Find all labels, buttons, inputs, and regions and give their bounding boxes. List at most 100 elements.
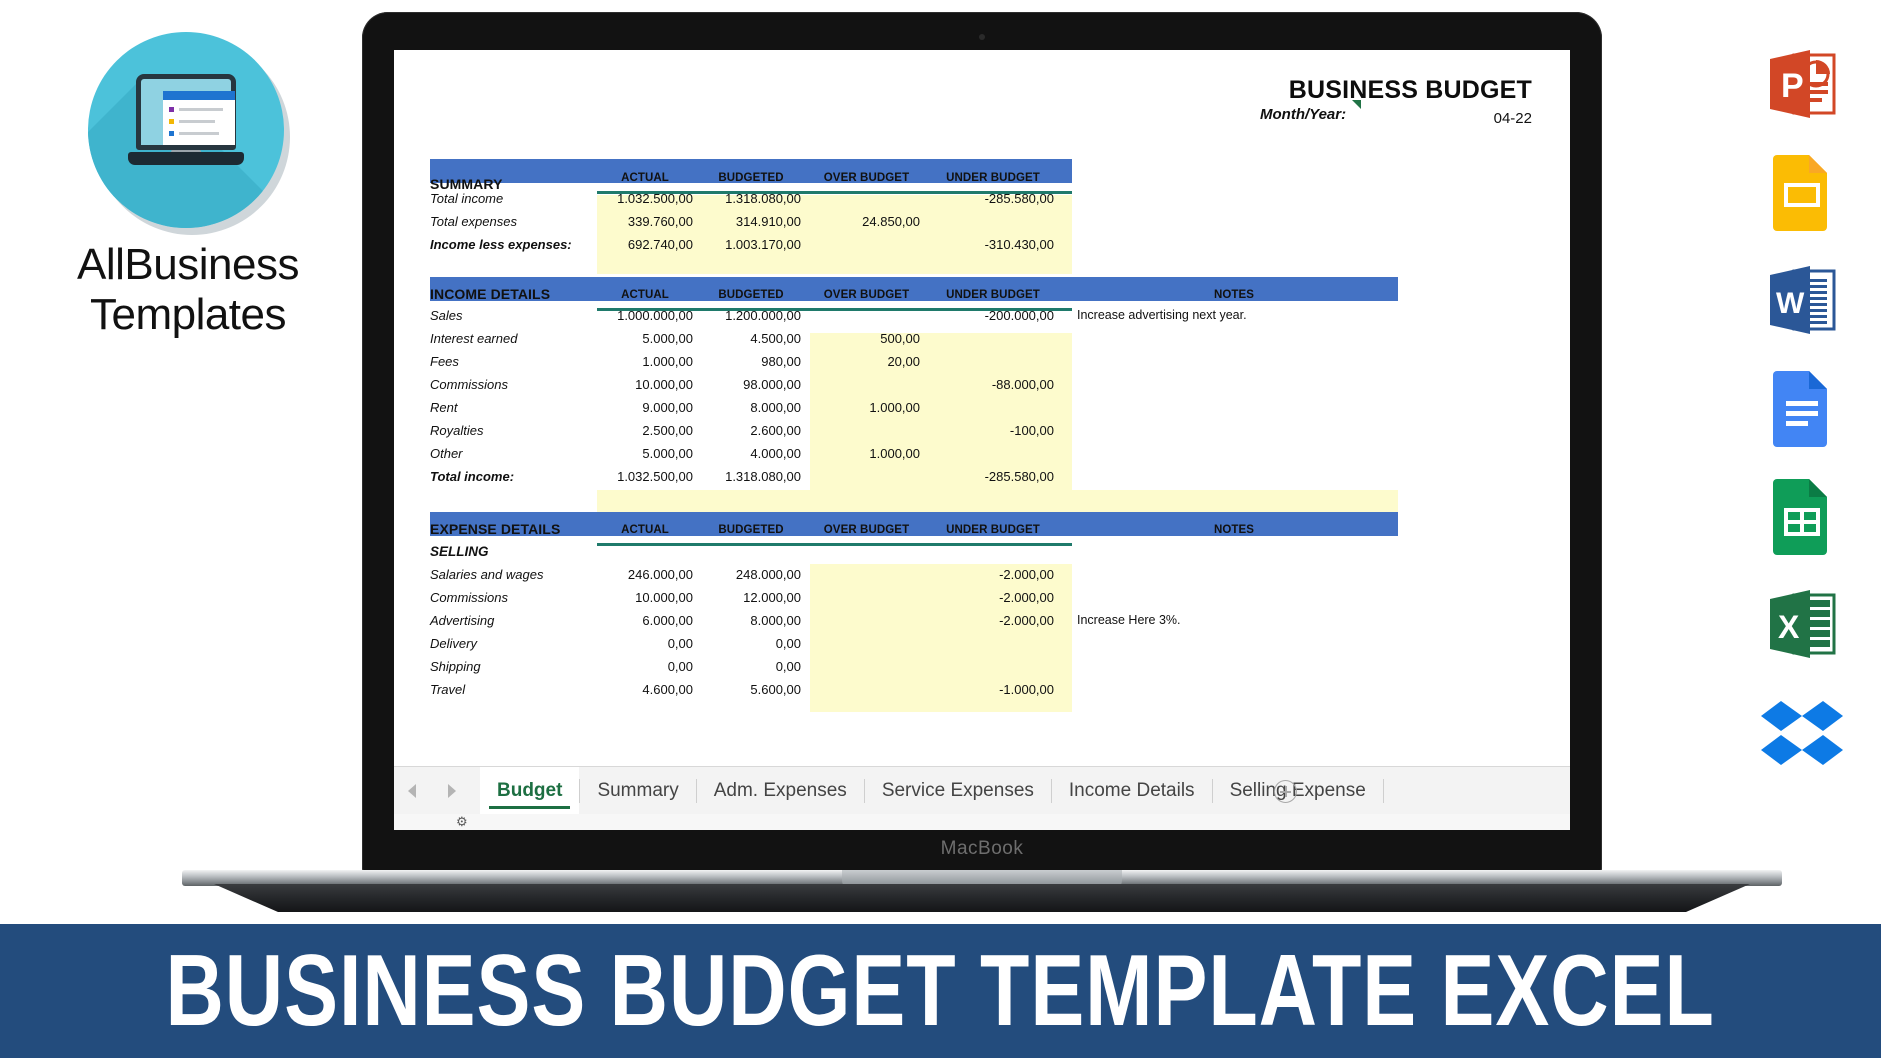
expense-rule	[597, 543, 1072, 546]
cell-budgeted: 98.000,00	[743, 377, 801, 392]
summary-highlight	[597, 195, 1072, 274]
sheet-tab-income-details[interactable]: Income Details	[1052, 767, 1212, 815]
brand-name-line2: Templates	[89, 290, 287, 339]
spreadsheet-title: BUSINESS BUDGET	[1288, 76, 1532, 104]
expense-col-budgeted: BUDGETED	[718, 524, 784, 536]
summary-col-under: UNDER BUDGET	[946, 172, 1040, 184]
cell-notes: Increase advertising next year.	[1077, 308, 1247, 322]
logo-mark	[88, 32, 290, 235]
cell-under: -100,00	[1009, 423, 1054, 438]
macbook-screen: BUSINESS BUDGET 04-22 Month/Year: SUMMAR…	[394, 50, 1570, 830]
income-total-highlight	[597, 490, 1398, 512]
word-icon[interactable]: W	[1737, 246, 1867, 354]
row-label: Other	[430, 446, 463, 461]
status-strip: ⚙	[394, 814, 1570, 830]
expense-col-notes: NOTES	[1213, 524, 1255, 536]
macbook-brand-label: MacBook	[940, 838, 1024, 859]
cell-under: -2.000,00	[999, 613, 1054, 628]
macbook-base-body	[214, 884, 1750, 912]
sheet-tab-budget[interactable]: Budget	[480, 767, 580, 815]
income-col-budgeted: BUDGETED	[718, 289, 784, 301]
excel-spreadsheet: BUSINESS BUDGET 04-22 Month/Year: SUMMAR…	[394, 50, 1570, 830]
cell-budgeted: 1.003.170,00	[725, 237, 801, 252]
sheet-tab-label: Adm. Expenses	[713, 780, 847, 801]
expense-details-header: EXPENSE DETAILS	[430, 521, 561, 537]
row-label: Salaries and wages	[430, 567, 544, 582]
cell-actual: 4.600,00	[642, 682, 693, 697]
google-slides-icon[interactable]	[1737, 138, 1867, 246]
sheet-tab-summary[interactable]: Summary	[580, 767, 695, 815]
row-label: Sales	[430, 308, 463, 323]
powerpoint-icon[interactable]: P	[1737, 30, 1867, 138]
row-label: Travel	[430, 682, 466, 697]
sheet-tab-label: Budget	[497, 780, 563, 801]
dropbox-icon[interactable]	[1737, 678, 1867, 786]
macbook-lid: BUSINESS BUDGET 04-22 Month/Year: SUMMAR…	[362, 12, 1602, 874]
cell-budgeted: 2.600,00	[750, 423, 801, 438]
cell-under: -200.000,00	[984, 308, 1054, 323]
google-sheets-icon[interactable]	[1737, 462, 1867, 570]
sheet-tab-label: Selling Expense	[1229, 780, 1366, 801]
sheet-tabs: Budget Summary Adm. Expenses Service Exp…	[480, 767, 1384, 815]
cell-budgeted: 8.000,00	[750, 400, 801, 415]
cell-budgeted: 1.200.000,00	[725, 308, 801, 323]
cell-budgeted: 4.500,00	[750, 331, 801, 346]
row-label: Interest earned	[430, 331, 518, 346]
sheet-nav-arrows[interactable]	[404, 779, 480, 803]
google-docs-icon[interactable]	[1737, 354, 1867, 462]
sheet-tab-label: Service Expenses	[881, 780, 1034, 801]
cell-under: -2.000,00	[999, 567, 1054, 582]
summary-col-budgeted: BUDGETED	[718, 172, 784, 184]
cell-actual: 9.000,00	[642, 400, 693, 415]
row-label: Income less expenses:	[430, 237, 572, 252]
gear-icon: ⚙	[456, 814, 468, 829]
summary-col-over: OVER BUDGET	[823, 172, 910, 184]
cell-budgeted: 5.600,00	[750, 682, 801, 697]
cell-budgeted: 248.000,00	[735, 567, 801, 582]
cell-notes: Increase Here 3%.	[1077, 613, 1181, 627]
cell-actual: 0,00	[667, 636, 693, 651]
spreadsheet-date: 04-22	[1493, 110, 1532, 127]
row-label: Total income	[430, 191, 504, 206]
cell-budgeted: 8.000,00	[750, 613, 801, 628]
cell-budgeted: 980,00	[761, 354, 801, 369]
cell-actual: 5.000,00	[642, 331, 693, 346]
cell-under: -1.000,00	[999, 682, 1054, 697]
cell-under: -2.000,00	[999, 590, 1054, 605]
chevron-right-icon[interactable]	[448, 784, 456, 798]
cell-budgeted: 12.000,00	[743, 590, 801, 605]
sheet-tab-adm-expenses[interactable]: Adm. Expenses	[697, 767, 864, 815]
cell-budgeted: 1.318.080,00	[725, 191, 801, 206]
row-label: Rent	[430, 400, 458, 415]
webcam-icon	[979, 34, 985, 40]
brand-name-line1: AllBusiness	[77, 240, 299, 289]
row-label: Royalties	[430, 423, 484, 438]
summary-col-actual: ACTUAL	[621, 172, 669, 184]
sheet-tab-selling-expense[interactable]: Selling Expense	[1213, 767, 1383, 815]
cell-actual: 0,00	[667, 659, 693, 674]
cell-under: -310.430,00	[984, 237, 1054, 252]
excel-icon[interactable]: X	[1737, 570, 1867, 678]
laptop-checklist-icon	[128, 74, 244, 174]
cell-actual: 5.000,00	[642, 446, 693, 461]
income-col-over: OVER BUDGET	[823, 289, 910, 301]
cell-actual: 1.032.500,00	[617, 469, 693, 484]
page-root: AllBusiness Templates BUSINESS BUDGET 04…	[0, 0, 1881, 1058]
sheet-tab-service-expenses[interactable]: Service Expenses	[865, 767, 1051, 815]
sheet-tab-bar: Budget Summary Adm. Expenses Service Exp…	[394, 766, 1570, 830]
cell-actual: 10.000,00	[635, 377, 693, 392]
cell-actual: 1.000,00	[642, 354, 693, 369]
cell-actual: 6.000,00	[642, 613, 693, 628]
cell-under: -88.000,00	[991, 377, 1054, 392]
chevron-left-icon[interactable]	[408, 784, 416, 798]
cell-budgeted: 1.318.080,00	[725, 469, 801, 484]
row-label: Commissions	[430, 590, 509, 605]
logo-circle-background	[88, 32, 284, 228]
svg-text:P: P	[1781, 67, 1804, 105]
plus-circle-icon[interactable]	[1274, 780, 1297, 803]
cell-actual: 2.500,00	[642, 423, 693, 438]
macbook-mockup: BUSINESS BUDGET 04-22 Month/Year: SUMMAR…	[182, 12, 1782, 912]
row-label: Advertising	[430, 613, 495, 628]
svg-text:W: W	[1776, 287, 1805, 320]
row-label: Total expenses	[430, 214, 517, 229]
